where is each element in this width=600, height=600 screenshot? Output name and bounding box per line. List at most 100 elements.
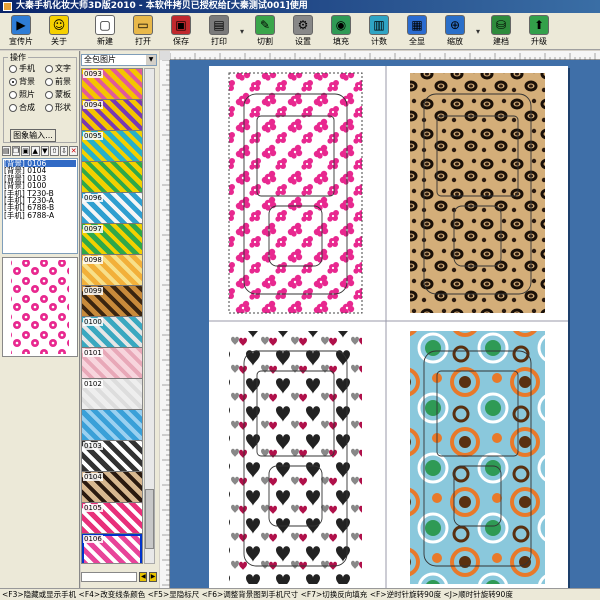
layer-preview [2,257,78,357]
zoom-icon: ⊕ [445,15,465,35]
pattern-thumbnail[interactable] [82,162,142,193]
page-artwork [209,66,568,589]
vertical-ruler [160,59,170,588]
radio-label: 文字 [55,64,71,73]
radio-circle-icon [45,64,53,73]
toolbar-button-4[interactable]: ▣ 保存 [162,13,200,49]
radio-option-6[interactable]: 合成 [9,102,35,113]
pink-floral-cover[interactable] [229,73,362,313]
next-page-icon[interactable]: ▶ [149,572,158,582]
pattern-thumbnail[interactable]: 0093 [82,69,142,100]
toolbar-button-0[interactable]: ▶ 宣传片 [2,13,40,49]
radio-option-4[interactable]: 照片 [9,89,35,100]
pattern-thumbnail[interactable]: 0104 [82,472,142,503]
radio-option-7[interactable]: 形状 [45,102,71,113]
settings-icon: ⚙ [293,15,313,35]
radio-circle-icon [9,64,17,73]
radio-label: 合成 [19,103,35,112]
toolbar-button-label: 宣传片 [9,37,33,46]
design-canvas[interactable] [160,51,600,589]
thumbnail-path-field[interactable] [81,572,138,582]
radio-option-1[interactable]: 文字 [45,63,71,74]
ruler-corner [160,51,170,60]
main-toolbar: ▶ 宣传片 ☺ 关于 ▢ 新建 ▭ 打开 ▣ 保存 ▤ 打印 ▾ ✎ 切割 ⚙ 设置 ◉ 填充 ▥ 计数 ▦ 全显 ⊕ 缩放 ▾ ⛁… [0,13,600,50]
layer-list[interactable]: [背景] 0106 [背景] 0104 [背景] 0103 [背景] 0100 [手机]… [2,158,78,254]
toolbar-button-13[interactable]: ⬆ 升级 [520,13,558,49]
toolbar-button-3[interactable]: ▭ 打开 [124,13,162,49]
toolbar-button-8[interactable]: ◉ 填充 [322,13,360,49]
pattern-thumbnail[interactable]: 0101 [82,348,142,379]
toolbar-button-1[interactable]: ☺ 关于 [40,13,78,49]
toolbar-button-label: 打开 [135,37,151,46]
upgrade-icon: ⬆ [529,15,549,35]
pattern-thumbnail[interactable]: 0102 [82,379,142,410]
layer-delete-icon[interactable]: ✕ [69,146,78,156]
pattern-thumbnail[interactable]: 0098 [82,255,142,286]
layer-down-icon[interactable]: ▼ [40,146,50,156]
thumbnail-number: 0101 [83,349,103,357]
layer-top-icon[interactable]: ⇧ [50,146,59,156]
list-item[interactable]: [手机] 6788-A [4,211,76,219]
chevron-down-icon[interactable]: ▼ [146,55,156,65]
toolbar-button-7[interactable]: ⚙ 设置 [284,13,322,49]
thumbnail-number: 0099 [83,287,103,295]
thumbnail-number: 0100 [83,318,103,326]
layer-bottom-icon[interactable]: ⇩ [59,146,69,156]
radio-option-0[interactable]: 手机 [9,63,35,74]
toolbar-button-label: 建档 [493,37,509,46]
circles-cover[interactable] [410,331,545,584]
toolbar-button-2[interactable]: ▢ 新建 [86,13,124,49]
window-title: 大秦手机化妆大师3D版2010 - 本软件拷贝已授权给[大秦测试001]使用 [16,1,308,11]
prev-page-icon[interactable]: ◀ [139,572,148,582]
thumbnail-number: 0105 [83,504,103,512]
toolbar-button-12[interactable]: ⛁ 建档 [482,13,520,49]
radio-label: 蒙板 [55,90,71,99]
leopard-cover[interactable] [410,73,545,313]
layer-new-icon[interactable]: ▤ [2,146,11,156]
toolbar-button-11[interactable]: ⊕ 缩放 [436,13,474,49]
layer-copy-icon[interactable]: ❐ [11,146,21,156]
radio-circle-icon [9,90,17,99]
thumbnail-number: 0094 [83,101,103,109]
thumbnail-scrollbar[interactable] [144,68,155,564]
dropdown-arrow-icon[interactable]: ▾ [474,13,482,49]
toolbar-button-6[interactable]: ✎ 切割 [246,13,284,49]
hearts-cover[interactable] [229,331,362,584]
toolbar-button-label: 缩放 [447,37,463,46]
radio-option-3[interactable]: 前景 [45,76,71,87]
radio-circle-icon [45,103,53,112]
pattern-thumbnail[interactable]: 0100 [82,317,142,348]
radio-option-2[interactable]: 背景 [9,76,35,87]
pattern-thumbnail[interactable]: 0106 [82,534,142,563]
thumbnail-number: 0098 [83,256,103,264]
pattern-thumbnail[interactable]: 0099 [82,286,142,317]
toolbar-button-label: 设置 [295,37,311,46]
pattern-thumbnail[interactable]: 0096 [82,193,142,224]
fill-icon: ◉ [331,15,351,35]
pattern-thumbnails: 0093 0094 0095 0096 0097 0098 0099 0100 0101 0102… [81,68,143,564]
horizontal-ruler [169,51,600,60]
pattern-thumbnail[interactable]: 0094 [82,100,142,131]
pattern-thumbnail[interactable]: 0103 [82,441,142,472]
new-file-icon: ▢ [95,15,115,35]
layer-image-icon[interactable]: ▣ [21,146,30,156]
radio-option-5[interactable]: 蒙板 [45,89,71,100]
pattern-category-value: 全包图片 [84,55,116,64]
thumbnail-number: 0096 [83,194,103,202]
pattern-thumbnail[interactable]: 0095 [82,131,142,162]
toolbar-button-10[interactable]: ▦ 全显 [398,13,436,49]
toolbar-button-label: 填充 [333,37,349,46]
pattern-thumbnail[interactable] [82,410,142,441]
toolbar-button-9[interactable]: ▥ 计数 [360,13,398,49]
dropdown-arrow-icon[interactable]: ▾ [238,13,246,49]
image-import-button[interactable]: 图象输入... [10,129,56,142]
toolbar-button-label: 切割 [257,37,273,46]
toolbar-button-5[interactable]: ▤ 打印 [200,13,238,49]
pattern-category-select[interactable]: 全包图片 ▼ [81,54,157,66]
layer-up-icon[interactable]: ▲ [30,146,40,156]
pattern-thumbnail[interactable]: 0105 [82,503,142,534]
scrollbar-thumb[interactable] [145,489,154,549]
printer-icon: ▤ [209,15,229,35]
pattern-thumbnail[interactable]: 0097 [82,224,142,255]
thumbnail-number: 0095 [83,132,103,140]
